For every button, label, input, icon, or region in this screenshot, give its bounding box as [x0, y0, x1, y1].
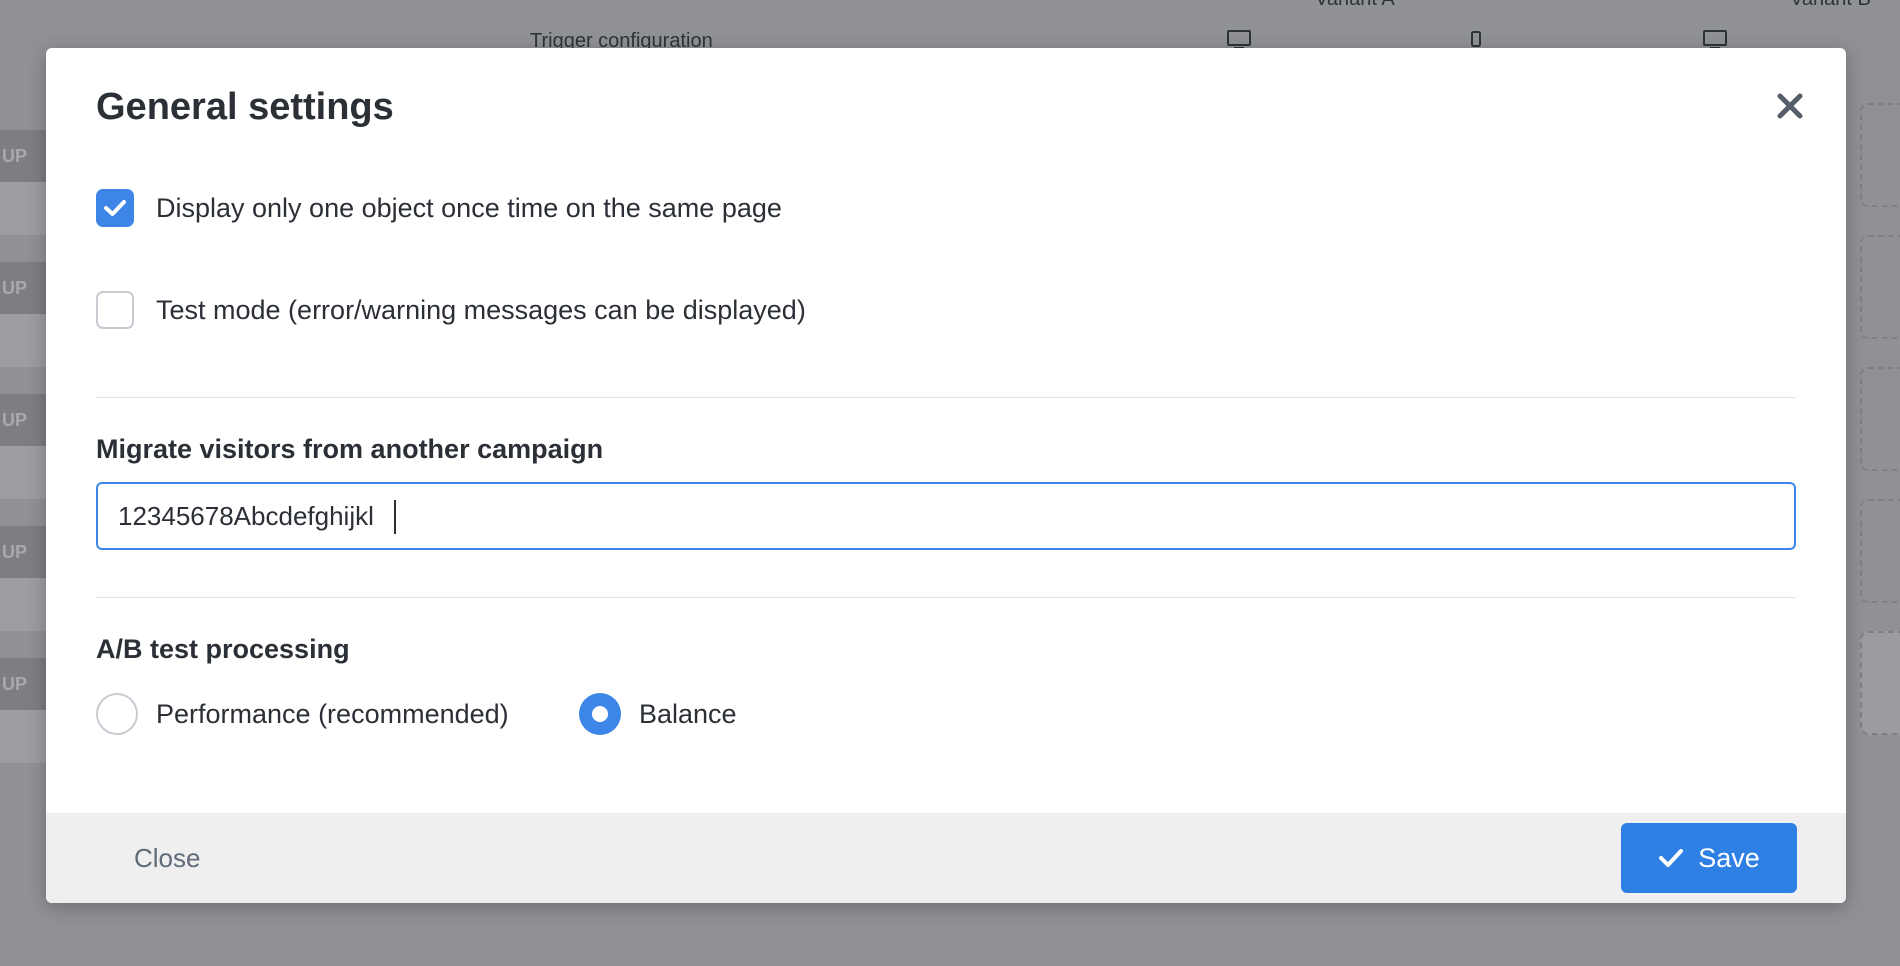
performance-label: Performance (recommended) [156, 698, 509, 729]
background-drop-zone [1860, 235, 1900, 339]
background-pill: UP [0, 130, 46, 182]
checkmark-icon [1659, 849, 1684, 867]
balance-radio[interactable] [579, 693, 621, 735]
variant-a-label: Variant A [1315, 0, 1395, 11]
background-pill: UP [0, 262, 46, 314]
divider [96, 597, 1796, 598]
variant-b-label: Variant B [1790, 0, 1871, 11]
general-settings-modal: General settings Display only one object… [46, 48, 1846, 903]
single-object-option[interactable]: Display only one object once time on the… [96, 189, 782, 227]
close-icon[interactable] [1774, 90, 1806, 122]
background-drop-zone [1860, 367, 1900, 471]
test-mode-option[interactable]: Test mode (error/warning messages can be… [96, 291, 806, 329]
test-mode-label: Test mode (error/warning messages can be… [156, 294, 806, 325]
background-pill: UP [0, 658, 46, 710]
desktop-icon [1703, 30, 1727, 49]
test-mode-checkbox[interactable] [96, 291, 134, 329]
ab-test-label: A/B test processing [96, 634, 350, 664]
modal-footer: Close Save [46, 813, 1846, 903]
single-object-label: Display only one object once time on the… [156, 192, 782, 223]
background-drop-zone [1860, 499, 1900, 603]
background-drop-zone [1860, 631, 1900, 735]
performance-radio[interactable] [96, 693, 138, 735]
modal-title: General settings [96, 86, 394, 128]
close-button[interactable]: Close [134, 843, 200, 874]
checkmark-icon [104, 200, 126, 216]
background-drop-zone [1860, 103, 1900, 207]
background-pill: UP [0, 394, 46, 446]
balance-option[interactable]: Balance [579, 693, 737, 735]
save-label: Save [1698, 842, 1760, 873]
save-button[interactable]: Save [1621, 823, 1797, 893]
text-caret [394, 500, 396, 534]
mobile-icon [1471, 31, 1481, 47]
campaign-id-input[interactable] [96, 482, 1796, 550]
performance-option[interactable]: Performance (recommended) [96, 693, 509, 735]
balance-label: Balance [639, 698, 737, 729]
migrate-visitors-label: Migrate visitors from another campaign [96, 434, 604, 464]
desktop-icon [1227, 30, 1251, 49]
divider [96, 397, 1796, 398]
single-object-checkbox[interactable] [96, 189, 134, 227]
background-pill: UP [0, 526, 46, 578]
